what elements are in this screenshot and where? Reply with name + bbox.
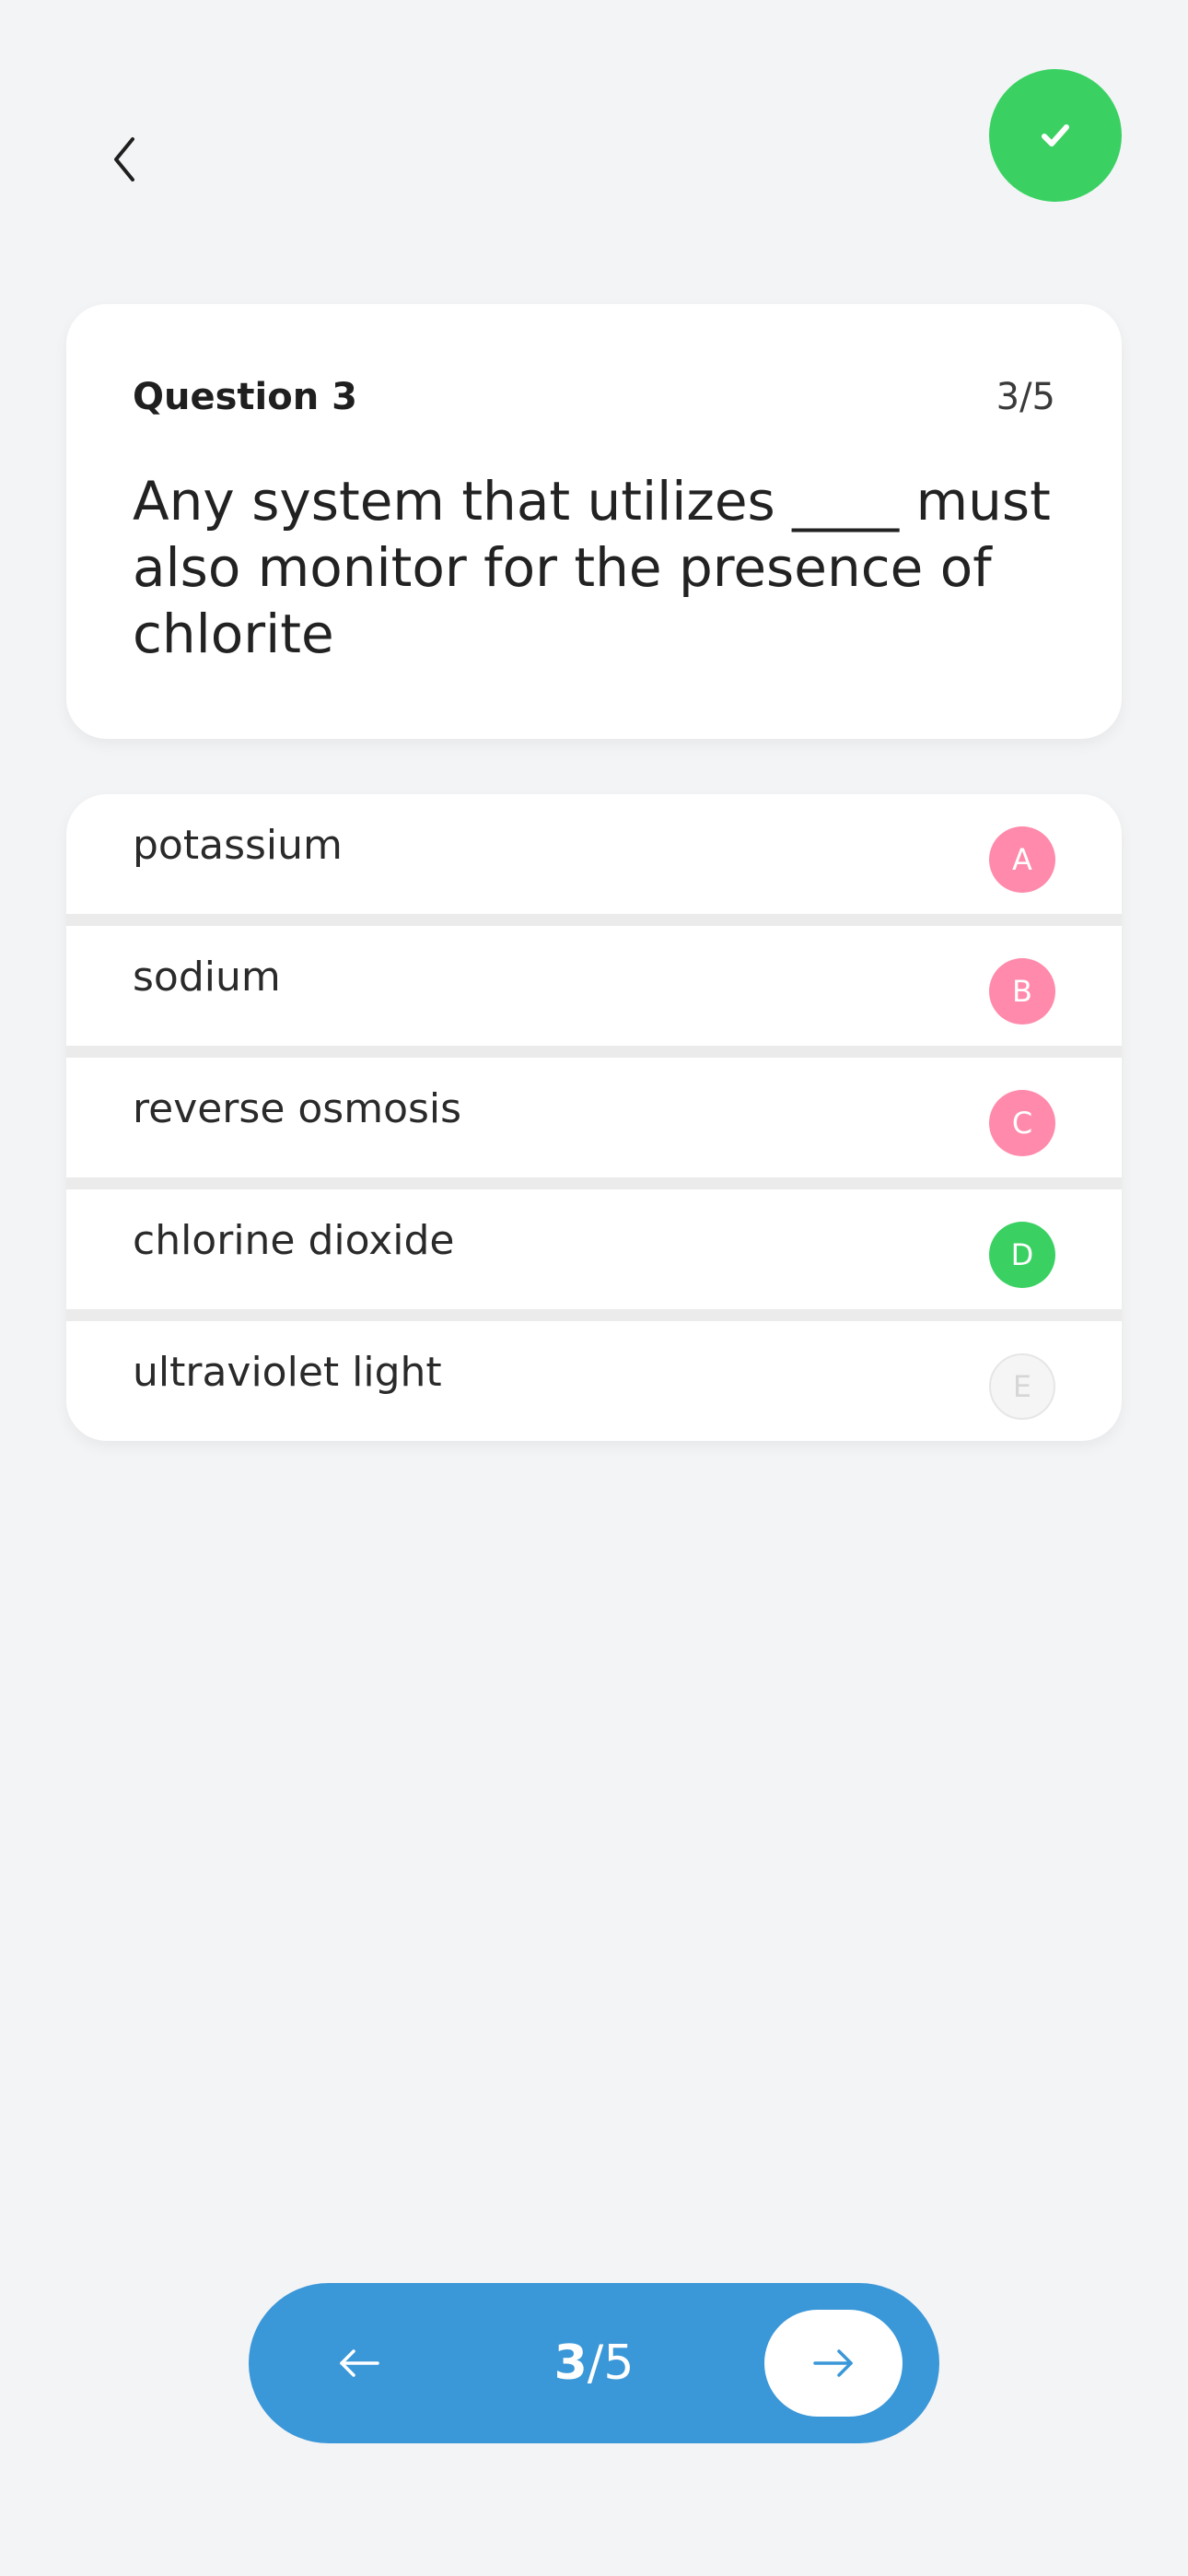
checkmark-icon	[1042, 124, 1069, 146]
arrow-right-icon	[813, 2349, 853, 2377]
option-label: reverse osmosis	[133, 1085, 462, 1132]
pager-current: 3	[553, 2336, 588, 2391]
question-text: Any system that utilizes ____ must also …	[133, 470, 1051, 665]
option-a[interactable]: potassium A	[66, 794, 1122, 926]
option-b[interactable]: sodium B	[66, 926, 1122, 1058]
question-counter: 3/5	[996, 376, 1055, 418]
option-letter-badge: E	[989, 1353, 1055, 1420]
chevron-left-icon	[114, 137, 134, 181]
option-letter-badge: D	[989, 1222, 1055, 1288]
question-label: Question 3	[133, 376, 357, 418]
option-label: ultraviolet light	[133, 1349, 442, 1396]
next-question-button[interactable]	[764, 2310, 903, 2417]
back-button[interactable]	[98, 129, 153, 190]
answer-options-list: potassium A sodium B reverse osmosis C c…	[66, 794, 1122, 1441]
pager-separator: /	[587, 2336, 604, 2391]
option-e[interactable]: ultraviolet light E	[66, 1321, 1122, 1441]
submit-check-button[interactable]	[989, 69, 1122, 202]
pager-total: 5	[603, 2336, 635, 2391]
question-card: Question 3 3/5 Any system that utilizes …	[66, 304, 1122, 739]
option-label: potassium	[133, 822, 343, 869]
option-c[interactable]: reverse osmosis C	[66, 1058, 1122, 1189]
question-pager: 3/5	[249, 2283, 939, 2443]
option-label: sodium	[133, 954, 281, 1001]
option-letter-badge: C	[989, 1090, 1055, 1156]
option-d[interactable]: chlorine dioxide D	[66, 1189, 1122, 1321]
option-letter-badge: B	[989, 958, 1055, 1025]
option-label: chlorine dioxide	[133, 1217, 455, 1264]
option-letter-badge: A	[989, 826, 1055, 893]
